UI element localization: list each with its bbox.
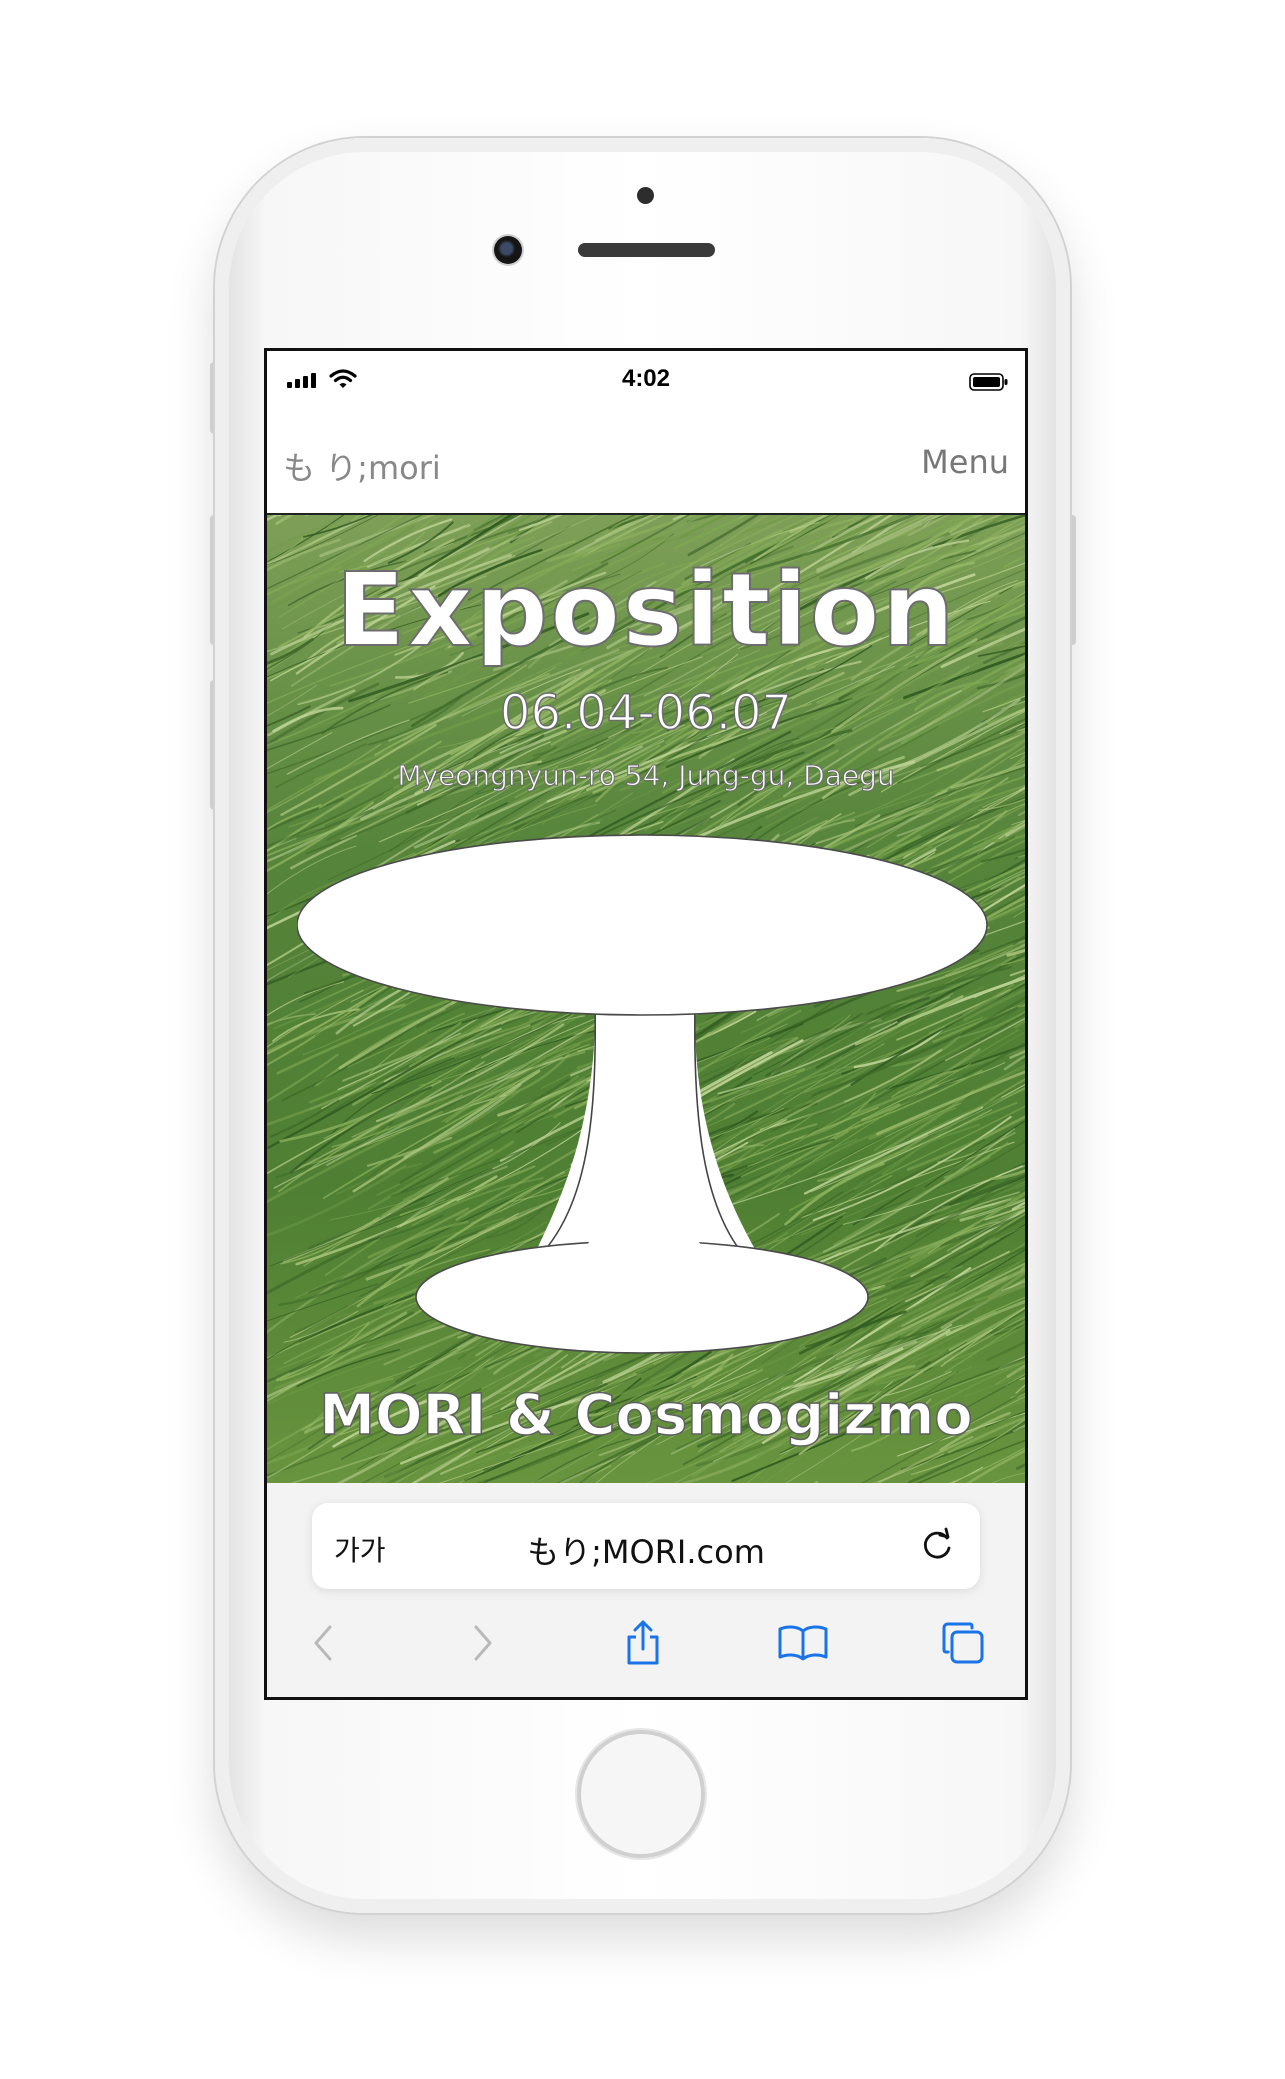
menu-link[interactable]: Menu [921, 443, 1009, 481]
forward-icon [474, 1625, 492, 1661]
hero-poster: Exposition 06.04-06.07 Myeongnyun-ro 54,… [267, 515, 1025, 1483]
tabs-icon [942, 1622, 984, 1664]
home-button[interactable] [577, 1730, 705, 1858]
forward-button[interactable] [453, 1613, 513, 1673]
earpiece-speaker [578, 243, 715, 257]
exhibition-artists: MORI & Cosmogizmo [318, 1382, 973, 1449]
front-camera [494, 236, 522, 264]
safari-toolbar [267, 1613, 1025, 1683]
safari-bottom-bar: 가가 もり;MORI.com [267, 1483, 1025, 1697]
proximity-sensor [637, 187, 654, 204]
bookmarks-icon [778, 1625, 828, 1661]
exhibition-dates: 06.04-06.07 [499, 684, 793, 742]
tulip-table-illustration [297, 834, 988, 1354]
back-icon [314, 1625, 332, 1661]
status-bar: 4:02 [267, 351, 1025, 401]
share-icon [627, 1620, 659, 1665]
bookmarks-button[interactable] [773, 1613, 833, 1673]
site-logo[interactable]: も り;mori [283, 443, 441, 489]
phone-screen: 4:02 も り;mori Menu Exposition 06.04-06.0… [264, 348, 1028, 1700]
status-time: 4:02 [621, 365, 671, 392]
site-header: も り;mori Menu [267, 401, 1025, 515]
exhibition-title: Exposition [335, 550, 957, 671]
battery-icon [969, 373, 1008, 391]
exhibition-address: Myeongnyun-ro 54, Jung-gu, Daegu [397, 759, 895, 793]
share-button[interactable] [613, 1613, 673, 1673]
address-bar[interactable]: 가가 もり;MORI.com [312, 1503, 980, 1589]
tabs-button[interactable] [933, 1613, 993, 1673]
back-button[interactable] [293, 1613, 353, 1673]
reload-icon[interactable] [918, 1525, 958, 1565]
url-text[interactable]: もり;MORI.com [312, 1527, 980, 1573]
